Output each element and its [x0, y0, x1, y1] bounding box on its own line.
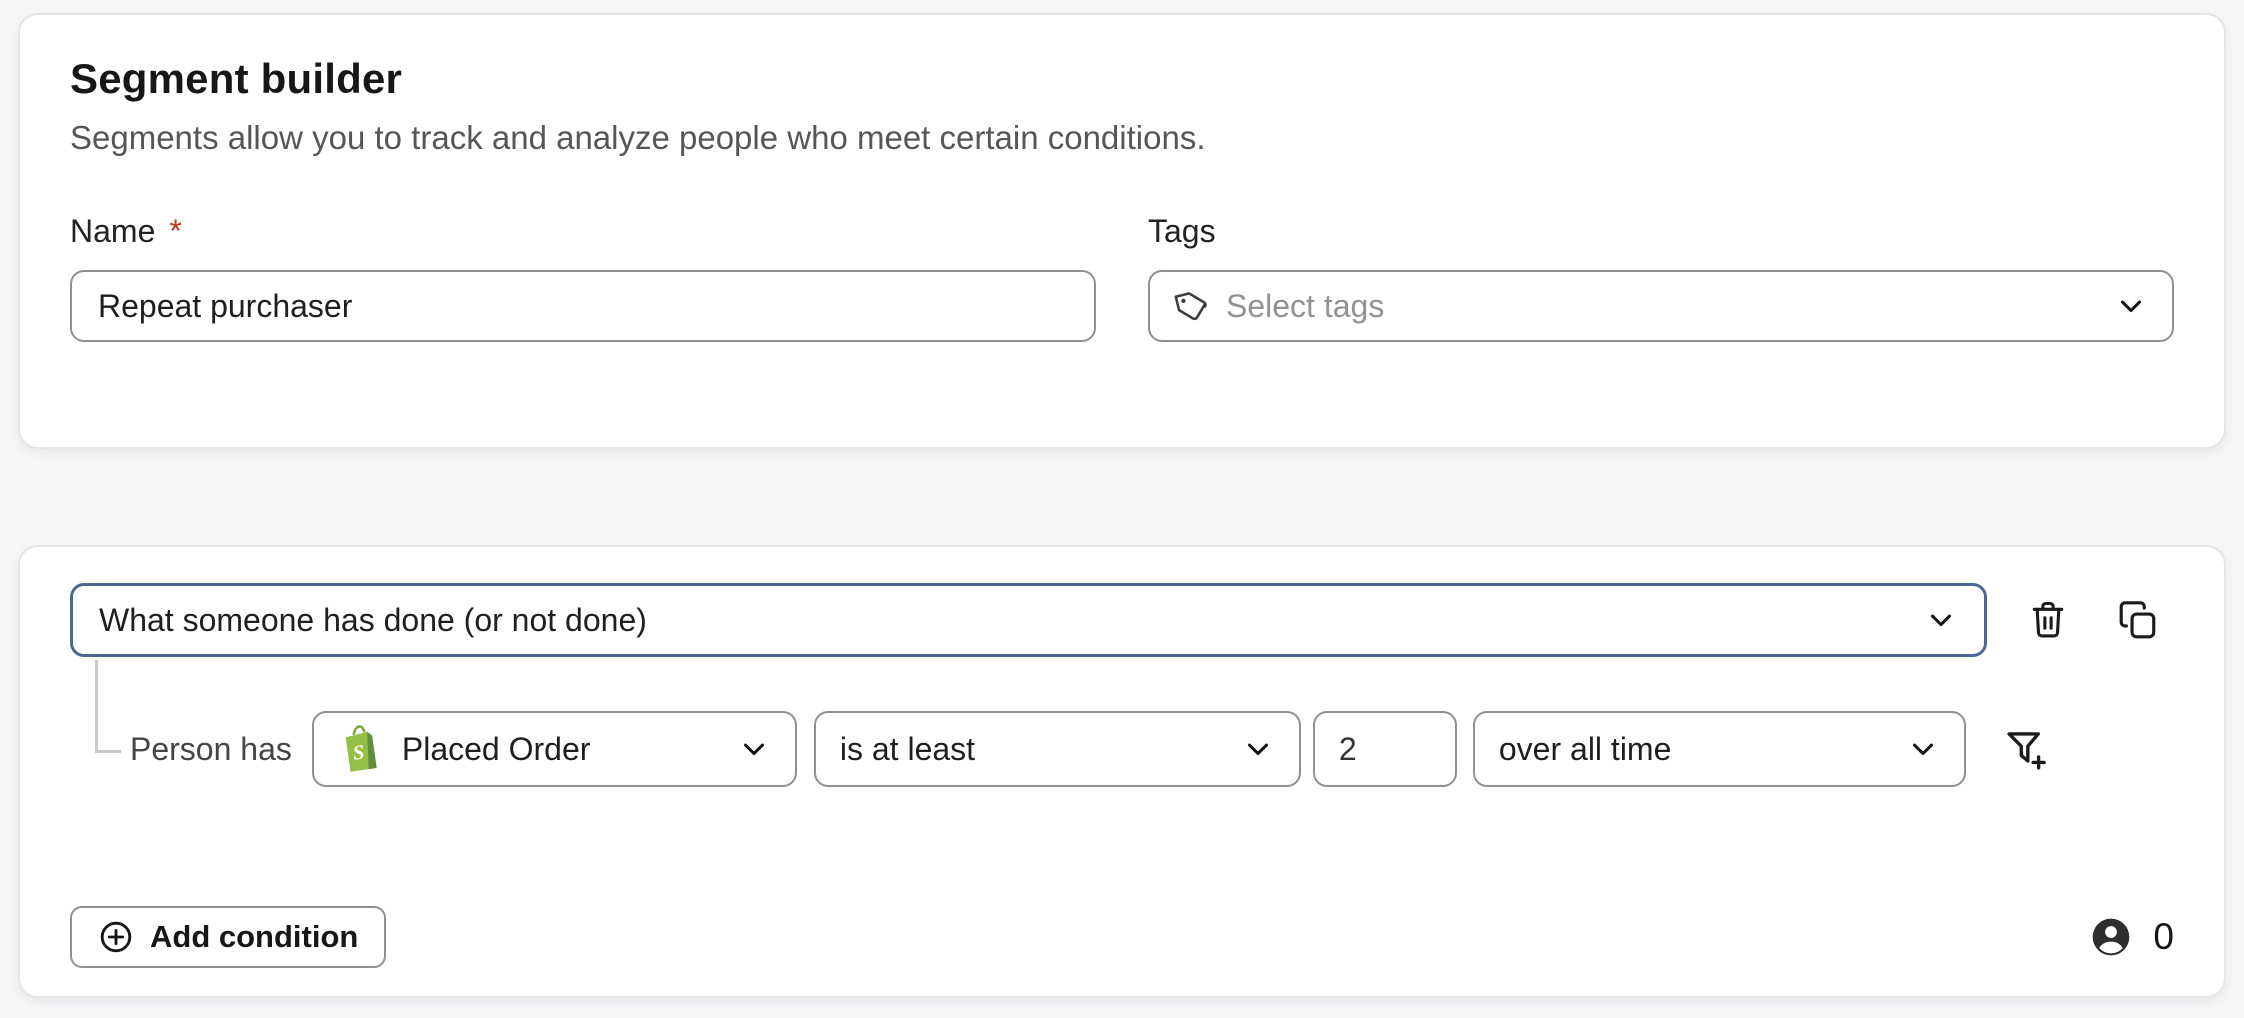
shopify-icon: S — [338, 724, 384, 774]
timeframe-label: over all time — [1499, 731, 1906, 768]
segment-builder-card: Segment builder Segments allow you to tr… — [18, 13, 2226, 449]
plus-circle-icon — [98, 919, 134, 955]
member-count: 0 — [2089, 915, 2174, 959]
chevron-down-icon — [1241, 732, 1275, 766]
name-field-group: Name * — [70, 213, 1096, 342]
fields-row: Name * Tags Select tags — [70, 213, 2174, 342]
member-count-value: 0 — [2153, 916, 2174, 958]
condition-type-label: What someone has done (or not done) — [99, 602, 1924, 639]
required-asterisk: * — [169, 213, 181, 250]
condition-card: What someone has done (or not done) Pers… — [18, 545, 2226, 998]
chevron-down-icon — [1906, 732, 1940, 766]
chevron-down-icon — [737, 732, 771, 766]
condition-type-select[interactable]: What someone has done (or not done) — [70, 583, 1987, 657]
timeframe-select[interactable]: over all time — [1473, 711, 1966, 787]
page-subtitle: Segments allow you to track and analyze … — [70, 119, 2174, 157]
chevron-down-icon — [1924, 603, 1958, 637]
quantity-input[interactable] — [1313, 711, 1457, 787]
condition-card-footer: Add condition 0 — [70, 906, 2174, 968]
duplicate-condition-button[interactable] — [2117, 599, 2159, 641]
operator-select[interactable]: is at least — [814, 711, 1301, 787]
tags-field-group: Tags Select tags — [1148, 213, 2174, 342]
tags-placeholder: Select tags — [1226, 288, 2114, 325]
add-condition-label: Add condition — [150, 919, 358, 955]
condition-rule-row: Person has S Placed Order is at least ov… — [130, 711, 2174, 787]
operator-label: is at least — [840, 731, 1241, 768]
add-filter-button[interactable] — [2002, 726, 2048, 772]
page-title: Segment builder — [70, 55, 2174, 103]
connector-line — [95, 660, 121, 753]
name-label: Name * — [70, 213, 1096, 250]
person-has-label: Person has — [130, 731, 292, 768]
condition-type-row: What someone has done (or not done) — [70, 583, 2174, 657]
filter-plus-icon — [2002, 726, 2048, 772]
tags-label: Tags — [1148, 213, 2174, 250]
name-input[interactable] — [70, 270, 1096, 342]
trash-icon — [2026, 598, 2070, 642]
delete-condition-button[interactable] — [2026, 598, 2070, 642]
event-select[interactable]: S Placed Order — [312, 711, 797, 787]
event-label: Placed Order — [402, 731, 737, 768]
copy-icon — [2117, 599, 2159, 641]
add-condition-button[interactable]: Add condition — [70, 906, 386, 968]
person-circle-icon — [2089, 915, 2133, 959]
tags-select[interactable]: Select tags — [1148, 270, 2174, 342]
tag-icon — [1174, 288, 1210, 324]
chevron-down-icon — [2114, 289, 2148, 323]
